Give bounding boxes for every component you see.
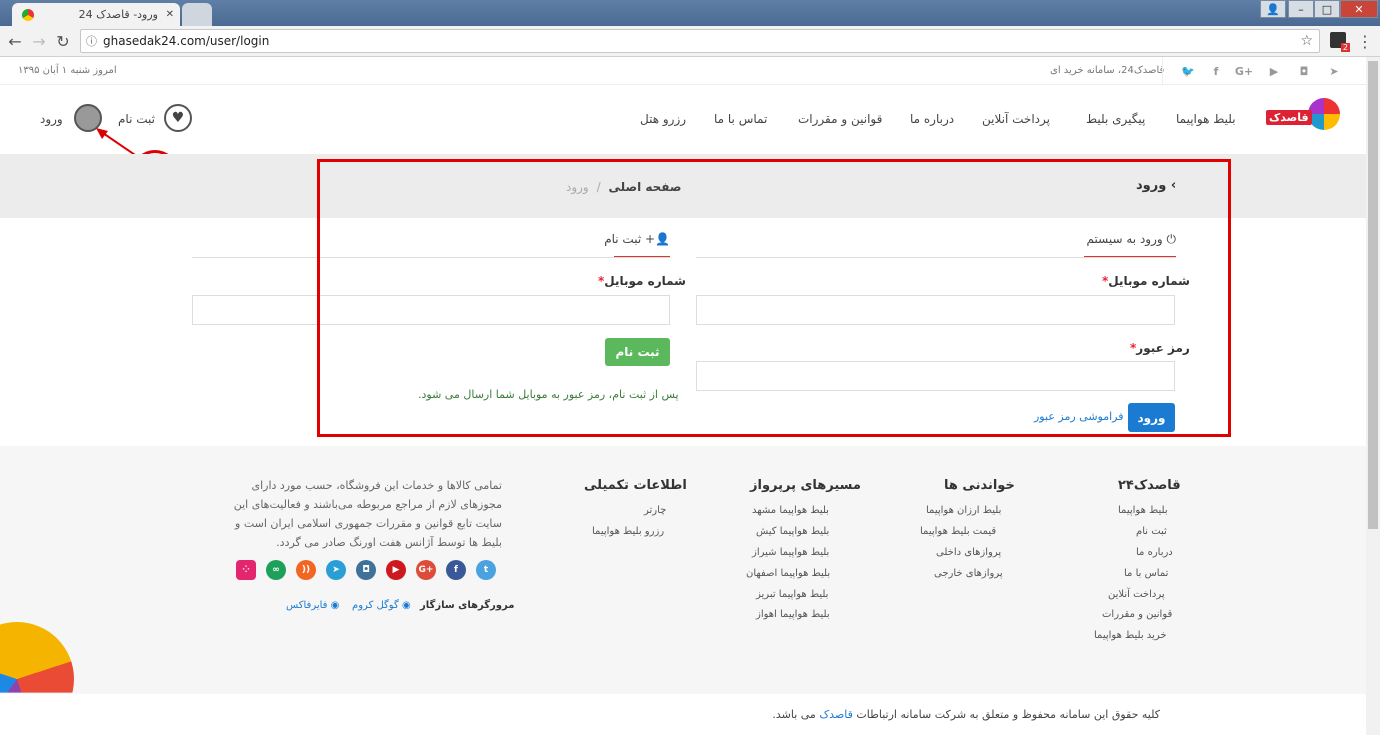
chrome-favicon-icon <box>22 8 34 21</box>
chrome-link[interactable]: ◉ گوگل کروم <box>352 600 411 611</box>
instagram-icon[interactable]: ◘ <box>1296 63 1312 79</box>
extension-icon[interactable]: 2 <box>1330 32 1350 52</box>
extension-badge: 2 <box>1340 43 1350 52</box>
google-plus-icon[interactable]: G+ <box>1235 63 1253 79</box>
footer-link[interactable]: خرید بلیط هواپیما <box>1094 630 1167 641</box>
footer-link[interactable]: درباره ما <box>1136 547 1173 558</box>
browser-tab-active[interactable]: ورود- قاصدک 24 ✕ <box>12 3 180 26</box>
instagram-icon[interactable]: ◘ <box>356 560 376 580</box>
new-tab-button[interactable] <box>182 3 212 26</box>
logo-text: قاصدک <box>1266 110 1312 125</box>
youtube-icon[interactable]: ▶ <box>1266 63 1282 79</box>
youtube-icon[interactable]: ▶ <box>386 560 406 580</box>
footer-link[interactable]: پروازهای خارجی <box>934 568 1003 579</box>
copyright-link[interactable]: قاصدک <box>819 708 853 721</box>
maximize-icon[interactable]: □ <box>1314 0 1340 18</box>
firefox-icon: ◉ <box>330 600 340 611</box>
copyright-text: کلیه حقوق این سامانه محفوظ و متعلق به شر… <box>772 708 1160 721</box>
nav-flights[interactable]: بلیط هواپیما <box>1176 112 1236 126</box>
twitter-icon[interactable]: t <box>476 560 496 580</box>
nav-online-payment[interactable]: پرداخت آنلاین <box>982 112 1050 126</box>
url-input[interactable]: ⓘ ghasedak24.com/user/login ☆ <box>80 29 1320 53</box>
page-scrollbar[interactable] <box>1366 57 1380 735</box>
minimize-icon[interactable]: – <box>1288 0 1314 18</box>
telegram-icon[interactable]: ➤ <box>1326 63 1342 79</box>
footer-link[interactable]: بلیط هواپیما شیراز <box>752 547 829 558</box>
google-plus-icon[interactable]: G+ <box>416 560 436 580</box>
menu-kebab-icon[interactable]: ⋮ <box>1354 30 1376 52</box>
rss-icon[interactable]: )) <box>296 560 316 580</box>
top-info-bar: امروز شنبه ۱ آبان ۱۳۹۵ قاصدک24، سامانه خ… <box>0 57 1366 85</box>
account-icon[interactable]: 👤 <box>1260 0 1286 18</box>
chrome-icon: ◉ <box>401 600 411 611</box>
facebook-icon[interactable]: f <box>1208 63 1224 79</box>
url-text: ghasedak24.com/user/login <box>103 34 270 48</box>
footer-link[interactable]: پروازهای داخلی <box>936 547 1001 558</box>
info-icon: ⓘ <box>86 35 97 48</box>
tab-close-icon[interactable]: ✕ <box>166 9 174 20</box>
browser-tab-title: ورود- قاصدک 24 <box>78 8 158 21</box>
reload-icon[interactable]: ↻ <box>52 30 74 52</box>
copyright-bar: کلیه حقوق این سامانه محفوظ و متعلق به شر… <box>0 694 1366 735</box>
footer-link[interactable]: بلیط هواپیما اهواز <box>756 609 830 620</box>
telegram-icon[interactable]: ➤ <box>326 560 346 580</box>
compatible-browsers-label: مرورگرهای سازگار <box>420 600 515 611</box>
register-label: ثبت نام <box>118 112 155 126</box>
footer-link[interactable]: تماس با ما <box>1124 568 1168 579</box>
footer-about-text: تمامی کالاها و خدمات این فروشگاه، حسب مو… <box>233 479 502 549</box>
aparat-icon[interactable]: ∞ <box>266 560 286 580</box>
footer-link[interactable]: بلیط هواپیما <box>1118 505 1168 516</box>
close-window-icon[interactable]: ✕ <box>1340 0 1378 18</box>
date-text: امروز شنبه ۱ آبان ۱۳۹۵ <box>18 65 117 76</box>
footer-link[interactable]: قوانین و مقررات <box>1102 609 1172 620</box>
login-label: ورود <box>40 112 63 126</box>
footer-link[interactable]: قیمت بلیط هواپیما <box>920 526 996 537</box>
site-header: قاصدک بلیط هواپیما پیگیری بلیط پرداخت آن… <box>0 86 1366 154</box>
browser-address-bar: ← → ↻ ⓘ ghasedak24.com/user/login ☆ 2 ⋮ <box>0 26 1380 57</box>
nav-rules[interactable]: قوانین و مقررات <box>798 112 882 126</box>
footer-link[interactable]: بلیط هواپیما تبریز <box>756 589 828 600</box>
logo-mark-icon <box>1308 98 1340 130</box>
footer-link[interactable]: بلیط هواپیما مشهد <box>752 505 829 516</box>
back-icon[interactable]: ← <box>4 30 26 52</box>
footer-link[interactable]: ثبت نام <box>1136 526 1167 537</box>
footer-link[interactable]: بلیط ارزان هواپیما <box>926 505 1001 516</box>
footer-link[interactable]: رزرو بلیط هواپیما <box>592 526 664 537</box>
nav-about[interactable]: درباره ما <box>910 112 954 126</box>
highlight-box <box>317 159 1231 437</box>
nav-ticket-tracking[interactable]: پیگیری بلیط <box>1086 112 1145 126</box>
footer-col2-title: خواندنی ها <box>944 478 1015 493</box>
scrollbar-thumb[interactable] <box>1368 61 1378 529</box>
twitter-icon[interactable]: 🐦 <box>1180 63 1196 79</box>
forward-icon[interactable]: → <box>28 30 50 52</box>
footer-link[interactable]: بلیط هواپیما کیش <box>756 526 829 537</box>
tagline-text: قاصدک24، سامانه خرید ای <box>1050 65 1165 76</box>
footer-col3-title: مسیرهای پرپرواز <box>750 478 861 493</box>
nav-contact[interactable]: تماس با ما <box>714 112 767 126</box>
footer-link[interactable]: چارتر <box>644 505 666 516</box>
bookmark-star-icon[interactable]: ☆ <box>1300 33 1313 49</box>
footer-col1-title: قاصدک۲۴ <box>1118 478 1181 493</box>
footer-link[interactable]: پرداخت آنلاین <box>1108 589 1165 600</box>
footer-link[interactable]: بلیط هواپیما اصفهان <box>746 568 830 579</box>
site-logo[interactable]: قاصدک <box>1266 98 1340 132</box>
footer-col4-title: اطلاعات تکمیلی <box>584 478 687 493</box>
browser-tab-bar: ورود- قاصدک 24 ✕ 👤 – □ ✕ <box>0 0 1380 26</box>
nav-hotel[interactable]: رزرو هتل <box>640 112 686 126</box>
firefox-link[interactable]: ◉ فایرفاکس <box>286 600 339 611</box>
cloob-icon[interactable]: ⁘ <box>236 560 256 580</box>
facebook-icon[interactable]: f <box>446 560 466 580</box>
